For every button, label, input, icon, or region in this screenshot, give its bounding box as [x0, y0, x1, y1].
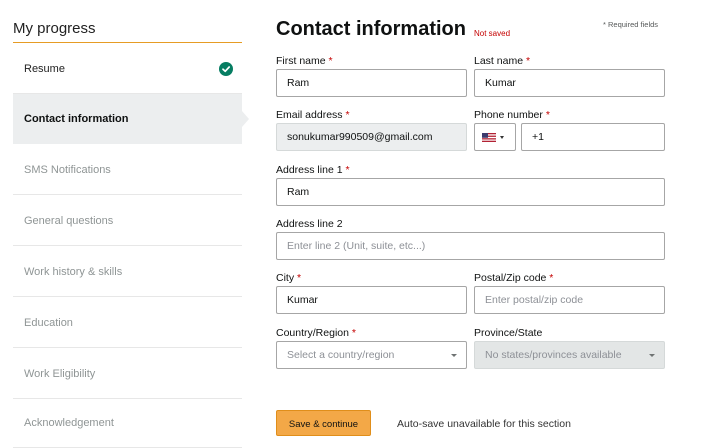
sidebar-item-work-eligibility[interactable]: Work Eligibility [13, 349, 242, 399]
postal-code-label: Postal/Zip code * [474, 272, 554, 284]
sidebar-item-general-questions[interactable]: General questions [13, 196, 242, 246]
us-flag-icon [482, 133, 496, 142]
sidebar-item-contact-information[interactable]: Contact information [13, 94, 249, 144]
address-line-1-label: Address line 1 * [276, 164, 350, 176]
first-name-field[interactable] [276, 69, 467, 97]
sidebar-item-acknowledgement[interactable]: Acknowledgement [13, 398, 242, 448]
required-fields-note: * Required fields [603, 20, 659, 29]
city-label: City * [276, 272, 302, 284]
sidebar-title: My progress [13, 20, 242, 43]
sidebar-item-label: Contact information [24, 113, 129, 125]
sidebar-item-label: Education [24, 316, 73, 329]
page-title: Contact information [276, 18, 466, 40]
autosave-note: Auto-save unavailable for this section [397, 418, 571, 430]
country-region-select[interactable]: Select a country/region [276, 341, 467, 369]
address-line-2-field[interactable] [276, 232, 665, 260]
country-region-selected: Select a country/region [287, 349, 395, 361]
last-name-label: Last name * [474, 55, 531, 67]
email-field[interactable] [276, 123, 467, 151]
sidebar-item-label: Resume [24, 62, 65, 75]
address-line-1-field[interactable] [276, 178, 665, 206]
sidebar-item-label: SMS Notifications [24, 163, 111, 176]
progress-sidebar: My progress Resume Contact information S… [13, 0, 249, 448]
sidebar-item-resume[interactable]: Resume [13, 44, 242, 94]
save-status: Not saved [474, 29, 511, 38]
save-continue-button[interactable]: Save & continue [276, 410, 371, 436]
first-name-label: First name * [276, 55, 333, 67]
sidebar-item-sms-notifications[interactable]: SMS Notifications [13, 145, 242, 195]
check-circle-icon [219, 62, 233, 76]
email-label: Email address * [276, 109, 350, 121]
chevron-down-icon [500, 136, 504, 139]
chevron-down-icon [649, 354, 655, 357]
sidebar-item-work-history[interactable]: Work history & skills [13, 247, 242, 297]
postal-code-field[interactable] [474, 286, 665, 314]
country-region-label: Country/Region * [276, 327, 356, 339]
last-name-field[interactable] [474, 69, 665, 97]
city-field[interactable] [276, 286, 467, 314]
province-state-label: Province/State [474, 327, 543, 339]
sidebar-item-label: Work Eligibility [24, 367, 96, 380]
phone-field[interactable] [521, 123, 665, 151]
phone-label: Phone number * [474, 109, 550, 121]
phone-country-selector[interactable] [474, 123, 516, 151]
sidebar-item-label: Acknowledgement [24, 416, 114, 429]
sidebar-item-education[interactable]: Education [13, 298, 242, 348]
province-state-select[interactable]: No states/provinces available [474, 341, 665, 369]
sidebar-item-label: General questions [24, 214, 114, 227]
chevron-down-icon [451, 354, 457, 357]
province-state-selected: No states/provinces available [485, 349, 622, 361]
sidebar-item-label: Work history & skills [24, 265, 123, 278]
address-line-2-label: Address line 2 [276, 218, 343, 230]
